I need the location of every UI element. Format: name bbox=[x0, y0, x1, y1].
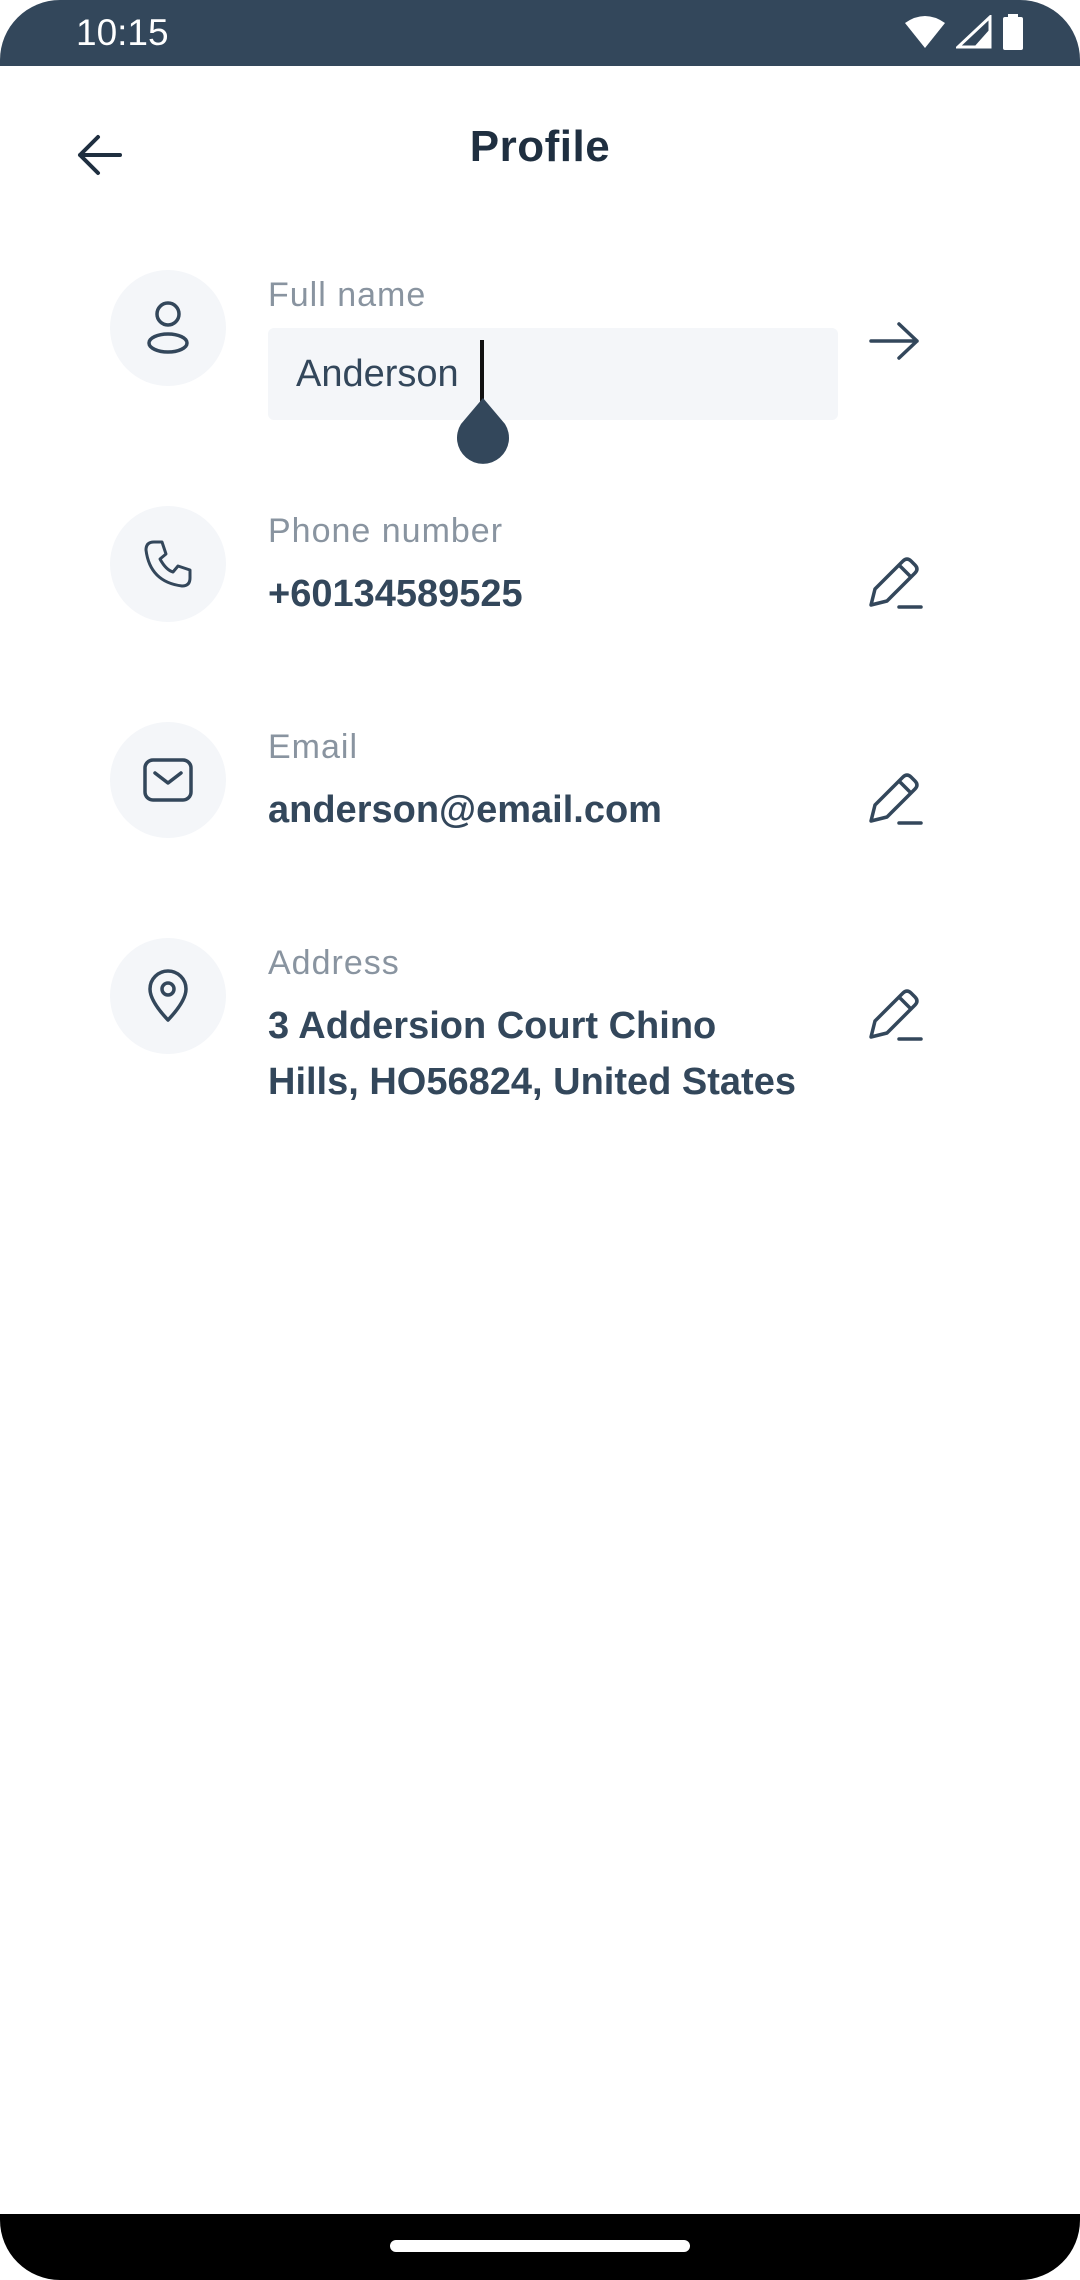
user-icon bbox=[147, 301, 189, 354]
full-name-label: Full name bbox=[268, 276, 427, 314]
pencil-icon bbox=[869, 989, 923, 1041]
address-line-2: Hills, HO56824, United States bbox=[268, 1061, 796, 1103]
status-time: 10:15 bbox=[76, 12, 169, 53]
email-row: Email anderson@email.com bbox=[110, 720, 960, 860]
text-cursor bbox=[480, 340, 484, 404]
mail-icon-badge bbox=[110, 722, 226, 838]
mail-icon bbox=[143, 758, 193, 802]
signal-icon bbox=[956, 15, 992, 49]
pencil-icon bbox=[869, 557, 923, 609]
page-title: Profile bbox=[469, 122, 611, 171]
submit-name-button[interactable] bbox=[860, 306, 930, 376]
full-name-row: Full name bbox=[110, 268, 960, 488]
email-value: anderson@email.com bbox=[268, 789, 662, 831]
edit-phone-button[interactable] bbox=[860, 548, 930, 618]
map-pin-icon-badge bbox=[110, 938, 226, 1054]
navigation-bar bbox=[0, 2214, 1080, 2280]
arrow-right-icon bbox=[869, 322, 919, 360]
full-name-input[interactable] bbox=[268, 328, 838, 420]
status-bar: 10:15 bbox=[0, 0, 1080, 66]
address-row: Address 3 Addersion Court Chino Hills, H… bbox=[110, 936, 960, 1136]
address-line-1: 3 Addersion Court Chino bbox=[268, 1005, 717, 1047]
status-icons bbox=[904, 14, 1024, 50]
cursor-handle-icon[interactable] bbox=[455, 396, 511, 472]
phone-label: Phone number bbox=[268, 512, 504, 550]
phone-icon-badge bbox=[110, 506, 226, 622]
home-indicator[interactable] bbox=[390, 2240, 690, 2252]
app-bar: Profile bbox=[0, 100, 1080, 200]
address-label: Address bbox=[268, 944, 400, 982]
battery-icon bbox=[1003, 14, 1023, 50]
user-icon-badge bbox=[110, 270, 226, 386]
phone-value: +60134589525 bbox=[268, 573, 523, 615]
email-label: Email bbox=[268, 728, 359, 766]
phone-row: Phone number +60134589525 bbox=[110, 504, 960, 644]
edit-address-button[interactable] bbox=[860, 980, 930, 1050]
wifi-icon bbox=[905, 16, 945, 48]
pencil-icon bbox=[869, 773, 923, 825]
edit-email-button[interactable] bbox=[860, 764, 930, 834]
map-pin-icon bbox=[148, 969, 188, 1022]
phone-icon bbox=[144, 540, 192, 588]
